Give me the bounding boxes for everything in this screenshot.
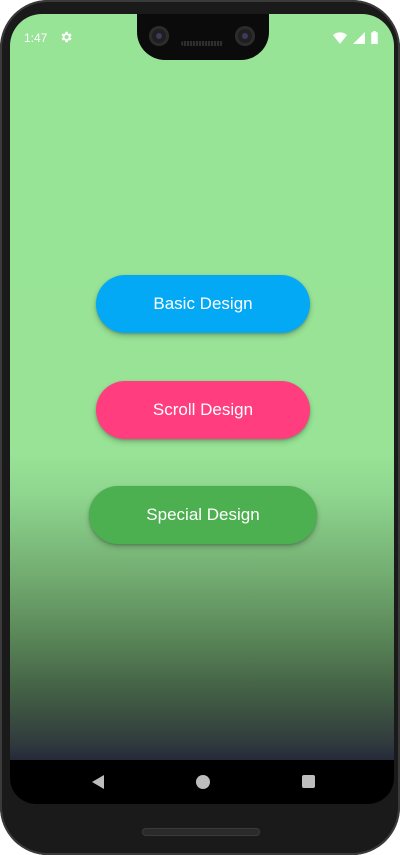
recents-icon[interactable] <box>302 775 315 788</box>
special-design-button[interactable]: Special Design <box>89 486 317 544</box>
wifi-icon <box>333 31 347 44</box>
scroll-design-button[interactable]: Scroll Design <box>96 381 310 439</box>
earpiece-speaker <box>181 41 223 46</box>
gear-icon <box>61 31 72 43</box>
signal-icon <box>353 31 365 44</box>
battery-icon <box>371 31 378 44</box>
basic-design-button[interactable]: Basic Design <box>96 275 310 333</box>
status-icons <box>333 31 378 44</box>
front-camera-left <box>149 26 169 46</box>
bottom-speaker-grille <box>142 828 260 836</box>
app-screen: Basic Design Scroll Design Special Desig… <box>10 14 394 804</box>
status-time: 1:47 <box>24 31 48 45</box>
camera-notch <box>137 14 269 60</box>
phone-device: Basic Design Scroll Design Special Desig… <box>0 0 400 855</box>
navigation-bar <box>10 760 394 804</box>
back-icon[interactable] <box>90 774 106 790</box>
home-icon[interactable] <box>196 775 210 789</box>
front-camera-right <box>235 26 255 46</box>
